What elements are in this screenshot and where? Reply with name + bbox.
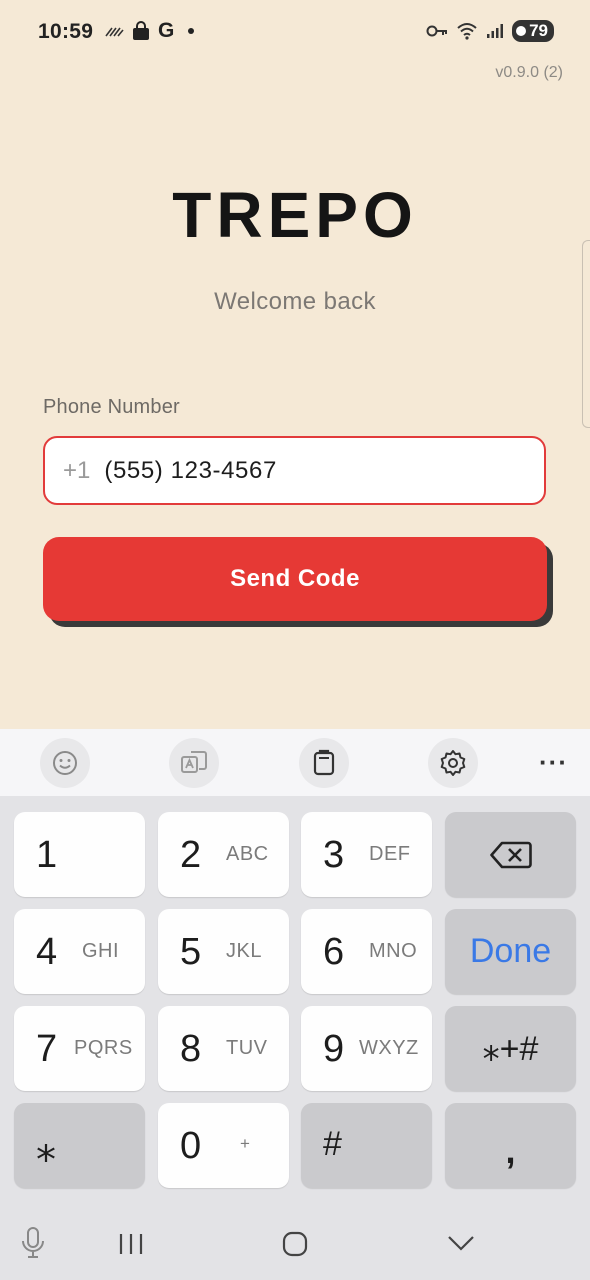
translate-icon xyxy=(181,751,207,773)
google-icon: G xyxy=(158,19,175,42)
backspace-icon xyxy=(489,841,532,868)
navigation-bar xyxy=(0,1208,590,1280)
key-9[interactable]: 9 WXYZ xyxy=(301,1006,432,1091)
key-letters: DEF xyxy=(369,843,411,865)
key-letters: GHI xyxy=(82,940,120,962)
key-2[interactable]: 2 ABC xyxy=(158,812,289,897)
home-icon[interactable] xyxy=(282,1231,308,1257)
key-1[interactable]: 1 xyxy=(14,812,145,897)
country-code: +1 xyxy=(63,456,91,484)
edge-panel-handle[interactable] xyxy=(582,240,590,428)
phone-number-input[interactable]: +1 (555) 123-4567 xyxy=(43,436,546,505)
shopping-bag-icon xyxy=(133,21,149,40)
numeric-keyboard: 1 2 ABC 3 DEF 4 GHI 5 JKL 6 MNO Done 7 P… xyxy=(0,796,590,1208)
comma-key-content: , xyxy=(445,1103,576,1188)
more-notifications-dot-icon xyxy=(188,28,195,34)
comma-key[interactable]: , xyxy=(445,1103,576,1188)
key-digit: 1 xyxy=(36,834,58,876)
keyboard-settings-button[interactable] xyxy=(428,738,478,788)
hide-keyboard-chevron-down-icon[interactable] xyxy=(447,1234,475,1252)
key-digit: 8 xyxy=(180,1028,202,1070)
key-8[interactable]: 8 TUV xyxy=(158,1006,289,1091)
key-6[interactable]: 6 MNO xyxy=(301,909,432,994)
key-digit: 4 xyxy=(36,931,58,973)
key-digit: 9 xyxy=(323,1028,345,1070)
key-letters: WXYZ xyxy=(359,1037,419,1059)
symbols-label: ⁎+# xyxy=(482,1029,539,1068)
key-digit: 5 xyxy=(180,931,202,973)
key-5[interactable]: 5 JKL xyxy=(158,909,289,994)
hash-label: # xyxy=(323,1125,342,1163)
symbols-key-content: ⁎+# xyxy=(445,1006,576,1091)
more-icon[interactable]: ··· xyxy=(539,747,568,778)
key-letters: + xyxy=(240,1134,251,1153)
battery-saver-icon xyxy=(516,26,527,36)
done-key[interactable]: Done xyxy=(445,909,576,994)
star-label: ⁎ xyxy=(36,1126,56,1170)
key-digit: 3 xyxy=(323,834,345,876)
key-3[interactable]: 3 DEF xyxy=(301,812,432,897)
emoji-button[interactable] xyxy=(40,738,90,788)
wifi-icon xyxy=(457,23,477,40)
done-label: Done xyxy=(469,932,552,970)
signal-strength-notification-icon xyxy=(105,27,124,37)
cellular-signal-icon xyxy=(487,24,504,38)
symbols-key[interactable]: ⁎+# xyxy=(445,1006,576,1091)
key-0[interactable]: 0 + xyxy=(158,1103,289,1188)
backspace-key[interactable] xyxy=(445,812,576,897)
clipboard-button[interactable] xyxy=(299,738,349,788)
key-digit: 2 xyxy=(180,834,202,876)
welcome-subtitle: Welcome back xyxy=(214,288,376,315)
system-icons: 79 xyxy=(426,20,554,42)
phone-number-label: Phone Number xyxy=(43,396,180,418)
key-4[interactable]: 4 GHI xyxy=(14,909,145,994)
status-bar: 10:59 G 79 xyxy=(0,0,590,64)
key-digit: 7 xyxy=(36,1028,58,1070)
key-digit: 0 xyxy=(180,1125,202,1167)
key-letters: MNO xyxy=(369,940,418,962)
key-letters: ABC xyxy=(226,843,269,865)
hash-key[interactable]: # xyxy=(301,1103,432,1188)
keyboard-toolbar: ··· xyxy=(0,729,590,796)
send-code-button[interactable]: Send Code xyxy=(43,537,547,621)
app-title: TREPO xyxy=(172,179,418,251)
settings-icon xyxy=(440,750,466,776)
clipboard-icon xyxy=(313,749,335,776)
translate-button[interactable] xyxy=(169,738,219,788)
status-time: 10:59 xyxy=(38,20,94,43)
comma-label: , xyxy=(505,1129,516,1171)
key-letters: JKL xyxy=(226,940,262,962)
star-key[interactable]: ⁎ xyxy=(14,1103,145,1188)
battery-indicator: 79 xyxy=(512,20,554,42)
key-digit: 6 xyxy=(323,931,345,973)
backspace-key-content xyxy=(445,812,576,897)
key-letters: TUV xyxy=(226,1037,268,1059)
recent-apps-icon[interactable] xyxy=(117,1232,145,1256)
battery-level: 79 xyxy=(529,21,548,40)
emoji-icon xyxy=(53,751,77,775)
notification-icons: G xyxy=(104,19,195,43)
app-version: v0.9.0 (2) xyxy=(495,64,563,81)
key-letters: PQRS xyxy=(74,1037,133,1059)
key-7[interactable]: 7 PQRS xyxy=(14,1006,145,1091)
microphone-icon[interactable] xyxy=(20,1226,46,1260)
done-key-content: Done xyxy=(445,909,576,994)
vpn-key-icon xyxy=(426,25,448,37)
phone-number-value: (555) 123-4567 xyxy=(104,456,277,484)
